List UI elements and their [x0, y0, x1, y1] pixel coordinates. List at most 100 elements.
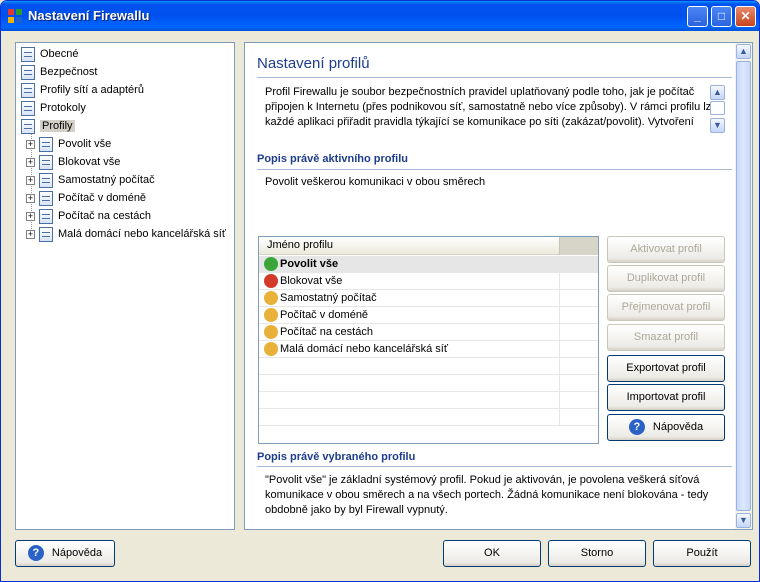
- tree-item-label: Blokovat vše: [58, 156, 121, 168]
- activate-profile-button[interactable]: Aktivovat profil: [607, 236, 725, 263]
- list-row-empty: [259, 392, 598, 409]
- list-row-pocitac-na-cestach[interactable]: Počítač na cestách: [259, 324, 598, 341]
- tree-item-mala-domaci-sit[interactable]: + Malá domácí nebo kancelářská síť: [26, 226, 226, 244]
- page-icon: [21, 46, 35, 62]
- divider: [257, 77, 732, 78]
- selected-profile-heading: Popis právě vybraného profilu: [257, 451, 416, 463]
- selected-profile-description: "Povolit vše" je základní systémový prof…: [265, 474, 709, 516]
- column-header-blank[interactable]: [560, 237, 598, 255]
- scroll-thumb[interactable]: [710, 101, 725, 115]
- user-icon: [264, 291, 278, 305]
- divider: [257, 169, 732, 170]
- active-profile-description: Povolit veškerou komunikaci v obou směre…: [265, 176, 486, 188]
- tree-item-blokovat-vse[interactable]: + Blokovat vše: [26, 154, 120, 172]
- intro-scrollbar[interactable]: ▲ ▼: [709, 85, 726, 133]
- tree-item-label: Samostatný počítač: [58, 174, 155, 186]
- list-row-povolit-vse[interactable]: Povolit vše: [259, 256, 598, 273]
- minimize-button[interactable]: _: [687, 6, 708, 27]
- tree-item-label: Profily: [40, 120, 75, 132]
- tree-item-label: Profily sítí a adaptérů: [40, 84, 144, 96]
- tree-item-label: Bezpečnost: [40, 66, 98, 78]
- rename-profile-button[interactable]: Přejmenovat profil: [607, 294, 725, 321]
- maximize-button[interactable]: □: [711, 6, 732, 27]
- ok-button[interactable]: OK: [443, 540, 541, 567]
- tree-item-profily-siti[interactable]: Profily sítí a adaptérů: [21, 82, 144, 100]
- list-row-empty: [259, 375, 598, 392]
- row-label: Povolit vše: [280, 258, 339, 270]
- row-label: Počítač na cestách: [280, 326, 373, 338]
- tree-item-profily[interactable]: Profily: [21, 118, 75, 136]
- page-icon: [39, 190, 53, 206]
- tree-item-pocitac-na-cestach[interactable]: + Počítač na cestách: [26, 208, 151, 226]
- title-bar[interactable]: Nastavení Firewallu _ □ ✕: [1, 1, 759, 31]
- export-profile-button[interactable]: Exportovat profil: [607, 355, 725, 382]
- page-icon: [21, 64, 35, 80]
- import-profile-button[interactable]: Importovat profil: [607, 384, 725, 411]
- tree-item-bezpecnost[interactable]: Bezpečnost: [21, 64, 97, 82]
- list-row-empty: [259, 409, 598, 426]
- column-header-name[interactable]: Jméno profilu: [267, 239, 333, 251]
- main-scrollbar[interactable]: ▲ ▼: [735, 43, 752, 529]
- tree-item-povolit-vse[interactable]: + Povolit vše: [26, 136, 111, 154]
- tree-item-label: Počítač na cestách: [58, 210, 151, 222]
- expand-icon[interactable]: +: [26, 193, 35, 203]
- list-row-samostatny-pocitac[interactable]: Samostatný počítač: [259, 290, 598, 307]
- footer-help-label: Nápověda: [51, 547, 103, 559]
- help-icon: ?: [628, 419, 645, 436]
- tree-item-label: Protokoly: [40, 102, 86, 114]
- intro-text: Profil Firewallu je soubor bezpečnostníc…: [265, 86, 718, 128]
- tree-item-samostatny-pocitac[interactable]: + Samostatný počítač: [26, 172, 155, 190]
- expand-icon[interactable]: +: [26, 175, 35, 185]
- list-row-pocitac-v-domene[interactable]: Počítač v doméně: [259, 307, 598, 324]
- user-icon: [264, 308, 278, 322]
- row-label: Samostatný počítač: [280, 292, 377, 304]
- scroll-down-icon[interactable]: ▼: [736, 513, 751, 528]
- firewall-settings-window: Nastavení Firewallu _ □ ✕ Obecné Bezpečn…: [0, 0, 760, 582]
- tree-item-label: Obecné: [40, 48, 79, 60]
- tree-item-label: Počítač v doméně: [58, 192, 147, 204]
- cell-separator: [559, 409, 560, 426]
- divider: [257, 466, 732, 467]
- help-icon: ?: [27, 545, 44, 562]
- scroll-up-icon[interactable]: ▲: [710, 85, 725, 100]
- tree-item-obecne[interactable]: Obecné: [21, 46, 79, 64]
- tree-item-protokoly[interactable]: Protokoly: [21, 100, 86, 118]
- cell-separator: [559, 290, 560, 307]
- scroll-down-icon[interactable]: ▼: [710, 118, 725, 133]
- help-button-label: Nápověda: [652, 421, 704, 433]
- allow-icon: [264, 257, 278, 271]
- scroll-thumb[interactable]: [736, 61, 751, 511]
- cell-separator: [559, 273, 560, 290]
- row-label: Malá domácí nebo kancelářská síť: [280, 343, 448, 355]
- delete-profile-button[interactable]: Smazat profil: [607, 324, 725, 351]
- profile-settings-panel: Nastavení profilů Profil Firewallu je so…: [244, 42, 753, 530]
- profile-list[interactable]: Jméno profilu Povolit vše Blokovat vše S…: [258, 236, 599, 444]
- duplicate-profile-button[interactable]: Duplikovat profil: [607, 265, 725, 292]
- cell-separator: [559, 392, 560, 409]
- list-header[interactable]: Jméno profilu: [259, 237, 598, 255]
- list-row-blokovat-vse[interactable]: Blokovat vše: [259, 273, 598, 290]
- cancel-button[interactable]: Storno: [548, 540, 646, 567]
- cell-separator: [559, 358, 560, 375]
- page-icon: [21, 118, 35, 134]
- list-row-mala-domaci-sit[interactable]: Malá domácí nebo kancelářská síť: [259, 341, 598, 358]
- close-button[interactable]: ✕: [735, 6, 756, 27]
- cell-separator: [559, 341, 560, 358]
- scroll-up-icon[interactable]: ▲: [736, 44, 751, 59]
- row-label: Blokovat vše: [280, 275, 343, 287]
- footer-help-button[interactable]: ? Nápověda: [15, 540, 115, 567]
- tree-item-pocitac-v-domene[interactable]: + Počítač v doméně: [26, 190, 146, 208]
- cell-separator: [559, 375, 560, 392]
- expand-icon[interactable]: +: [26, 139, 35, 149]
- expand-icon[interactable]: +: [26, 157, 35, 167]
- user-icon: [264, 342, 278, 356]
- page-icon: [39, 208, 53, 224]
- list-row-empty: [259, 358, 598, 375]
- expand-icon[interactable]: +: [26, 211, 35, 221]
- expand-icon[interactable]: +: [26, 229, 35, 239]
- help-button[interactable]: ? Nápověda: [607, 414, 725, 441]
- page-icon: [21, 82, 35, 98]
- page-icon: [39, 226, 53, 242]
- apply-button[interactable]: Použít: [653, 540, 751, 567]
- active-profile-heading: Popis právě aktivního profilu: [257, 153, 408, 165]
